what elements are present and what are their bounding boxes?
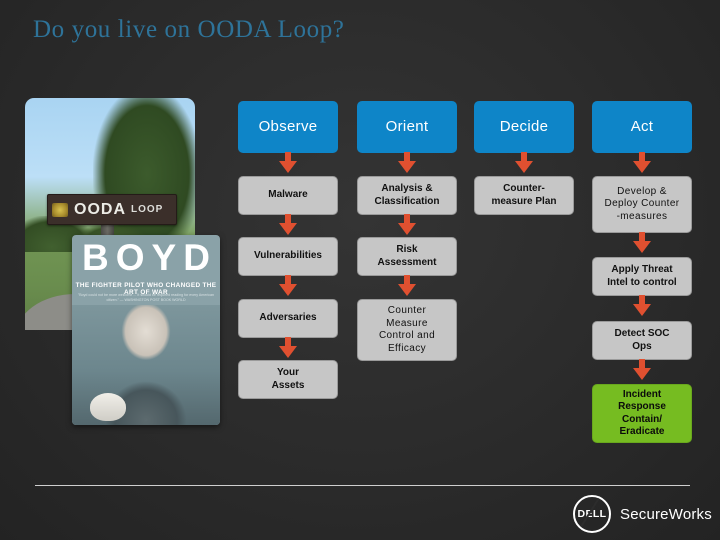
flow-step-observe-2[interactable]: Vulnerabilities [238, 237, 338, 276]
flow-step-act-1[interactable]: Develop & Deploy Counter -measures [592, 176, 692, 233]
sign-text-secondary: LOOP [131, 204, 164, 215]
flow-step-act-4[interactable]: Incident Response Contain/ Eradicate [592, 384, 692, 443]
down-arrow-icon [277, 337, 299, 359]
down-arrow-icon [277, 214, 299, 236]
street-sign-board: OODA LOOP [47, 194, 177, 225]
flow-header-decide[interactable]: Decide [474, 101, 574, 153]
flow-header-observe[interactable]: Observe [238, 101, 338, 153]
down-arrow-icon [277, 152, 299, 174]
book-blurb-quote: "Boyd could not be more welcome ... It s… [77, 293, 215, 302]
down-arrow-icon [513, 152, 535, 174]
dell-secureworks-logo: DELL SecureWorks [573, 495, 712, 533]
dell-logo-icon: DELL [573, 495, 611, 533]
down-arrow-icon [631, 359, 653, 381]
flow-header-act[interactable]: Act [592, 101, 692, 153]
flow-step-decide-1[interactable]: Counter- measure Plan [474, 176, 574, 215]
flow-step-observe-1[interactable]: Malware [238, 176, 338, 215]
flow-step-orient-2[interactable]: Risk Assessment [357, 237, 457, 276]
flow-step-act-3[interactable]: Detect SOC Ops [592, 321, 692, 360]
flow-header-orient[interactable]: Orient [357, 101, 457, 153]
flow-step-observe-4[interactable]: Your Assets [238, 360, 338, 399]
down-arrow-icon [396, 275, 418, 297]
flight-helmet-shape [90, 393, 126, 421]
air-force-emblem-icon [52, 202, 68, 217]
down-arrow-icon [396, 152, 418, 174]
down-arrow-icon [631, 232, 653, 254]
secureworks-wordmark: SecureWorks [620, 505, 712, 523]
down-arrow-icon [277, 275, 299, 297]
flow-step-orient-1[interactable]: Analysis & Classification [357, 176, 457, 215]
flow-step-orient-3[interactable]: Counter Measure Control and Efficacy [357, 299, 457, 361]
page-title: Do you live on OODA Loop? [33, 16, 345, 43]
flow-step-act-2[interactable]: Apply Threat Intel to control [592, 257, 692, 296]
fighter-pilot-portrait [72, 305, 220, 425]
boyd-book-cover-photo: BOYD THE FIGHTER PILOT WHO CHANGED THE A… [72, 235, 220, 425]
down-arrow-icon [631, 152, 653, 174]
book-title: BOYD [82, 237, 217, 278]
sign-text-primary: OODA [74, 200, 126, 218]
down-arrow-icon [396, 214, 418, 236]
footer-divider [35, 485, 690, 486]
flow-step-observe-3[interactable]: Adversaries [238, 299, 338, 338]
down-arrow-icon [631, 295, 653, 317]
